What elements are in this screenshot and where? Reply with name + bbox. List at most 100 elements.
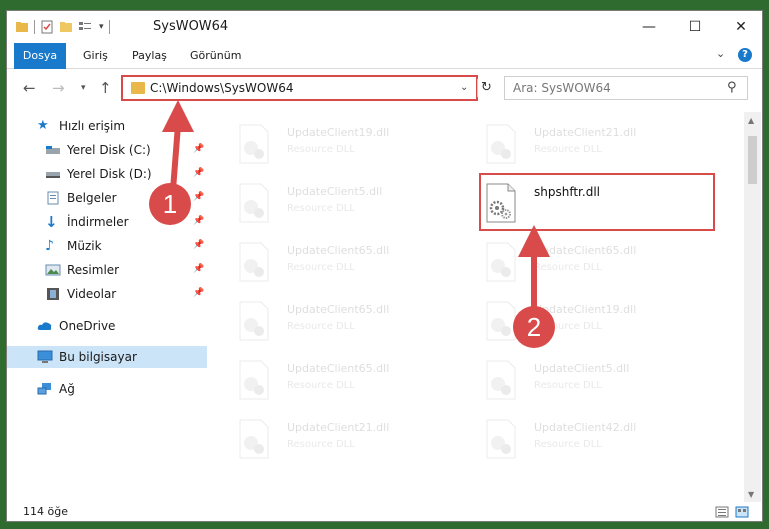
properties-icon[interactable] xyxy=(40,20,54,34)
pin-icon[interactable]: 📌 xyxy=(193,192,204,202)
sidebar-item-label: Yerel Disk (C:) xyxy=(67,143,151,157)
network-icon xyxy=(37,383,51,395)
sidebar-item-label: Müzik xyxy=(67,239,102,253)
sidebar-item-label: OneDrive xyxy=(59,319,116,333)
sidebar-item-local-disk-d[interactable]: Yerel Disk (D:) 📌 xyxy=(7,163,207,185)
view-toggle-icon[interactable] xyxy=(78,20,94,34)
pin-icon[interactable]: 📌 xyxy=(193,288,204,298)
pictures-icon xyxy=(45,264,61,276)
sidebar-item-pictures[interactable]: Resimler 📌 xyxy=(7,259,207,281)
file-name: UpdateClient65.dll xyxy=(287,362,390,375)
file-item[interactable]: UpdateClient65.dll Resource DLL xyxy=(460,238,690,288)
file-item[interactable]: UpdateClient5.dll Resource DLL xyxy=(213,179,443,229)
address-bar[interactable]: C:\Windows\SysWOW64 ⌄ ↻ xyxy=(121,75,492,101)
highlight-box xyxy=(479,173,715,231)
sidebar-item-network[interactable]: Ağ xyxy=(7,378,207,400)
music-icon: ♪ xyxy=(45,238,54,254)
dll-file-icon xyxy=(486,360,516,400)
navigation-pane: ★ Hızlı erişim Yerel Disk (C:) 📌 Yerel D… xyxy=(7,112,207,502)
pin-icon[interactable]: 📌 xyxy=(193,216,204,226)
up-arrow-icon[interactable]: ↑ xyxy=(99,79,112,97)
pin-icon[interactable]: 📌 xyxy=(193,264,204,274)
dll-file-icon xyxy=(239,242,269,282)
file-item[interactable]: UpdateClient65.dll Resource DLL xyxy=(213,356,443,406)
dll-file-icon xyxy=(486,242,516,282)
tab-file[interactable]: Dosya xyxy=(14,43,66,69)
sidebar-item-label: Videolar xyxy=(67,287,117,301)
file-item[interactable]: UpdateClient65.dll Resource DLL xyxy=(213,238,443,288)
tab-view[interactable]: Görünüm xyxy=(180,43,251,69)
sidebar-item-label: Ağ xyxy=(59,382,75,396)
tab-share[interactable]: Paylaş xyxy=(122,43,177,69)
video-icon xyxy=(47,288,59,300)
file-item[interactable]: UpdateClient5.dll Resource DLL xyxy=(460,356,690,406)
dll-file-icon xyxy=(239,360,269,400)
sidebar-item-quick-access[interactable]: ★ Hızlı erişim xyxy=(7,115,207,137)
file-name: UpdateClient19.dll xyxy=(287,126,390,139)
pin-icon[interactable]: 📌 xyxy=(193,240,204,250)
customize-toolbar-icon[interactable]: ▾ xyxy=(99,22,104,32)
help-icon[interactable]: ? xyxy=(738,48,752,62)
sidebar-item-music[interactable]: ♪ Müzik 📌 xyxy=(7,235,207,257)
title-bar: ▾ SysWOW64 — ☐ ✕ xyxy=(7,11,762,43)
sidebar-item-this-pc[interactable]: Bu bilgisayar xyxy=(7,346,207,368)
new-folder-icon[interactable] xyxy=(59,20,73,34)
search-box[interactable]: Ara: SysWOW64 ⚲ xyxy=(504,76,748,100)
file-type: Resource DLL xyxy=(287,321,355,332)
sidebar-item-local-disk-c[interactable]: Yerel Disk (C:) 📌 xyxy=(7,139,207,161)
forward-arrow-icon[interactable]: → xyxy=(52,79,65,97)
sidebar-item-label: Bu bilgisayar xyxy=(59,350,137,364)
scrollbar-thumb[interactable] xyxy=(748,136,757,184)
chevron-down-icon[interactable]: ⌄ xyxy=(716,47,725,60)
details-view-icon[interactable] xyxy=(715,506,729,518)
file-item[interactable]: UpdateClient19.dll Resource DLL xyxy=(460,297,690,347)
close-button[interactable]: ✕ xyxy=(718,11,762,43)
file-type: Resource DLL xyxy=(534,262,602,273)
file-name: UpdateClient65.dll xyxy=(287,244,390,257)
dll-file-icon xyxy=(239,419,269,459)
file-item[interactable]: UpdateClient21.dll Resource DLL xyxy=(460,120,690,170)
explorer-window: ▾ SysWOW64 — ☐ ✕ Dosya Giriş Paylaş Görü… xyxy=(6,10,763,522)
minimize-button[interactable]: — xyxy=(626,11,672,43)
search-input[interactable]: Ara: SysWOW64 xyxy=(513,81,611,95)
computer-icon xyxy=(37,350,53,363)
scroll-up-icon[interactable]: ▲ xyxy=(748,116,754,125)
folder-icon xyxy=(131,82,145,94)
quick-access-toolbar: ▾ xyxy=(15,17,110,37)
file-type: Resource DLL xyxy=(534,144,602,155)
file-type: Resource DLL xyxy=(287,203,355,214)
back-arrow-icon[interactable]: ← xyxy=(23,79,36,97)
navigation-bar: ← → ▾ ↑ C:\Windows\SysWOW64 ⌄ ↻ Ara: Sys… xyxy=(7,70,762,106)
file-item[interactable]: UpdateClient21.dll Resource DLL xyxy=(213,415,443,465)
window-title: SysWOW64 xyxy=(153,19,229,34)
file-item[interactable]: UpdateClient42.dll Resource DLL xyxy=(460,415,690,465)
address-path[interactable]: C:\Windows\SysWOW64 xyxy=(150,81,294,95)
search-icon[interactable]: ⚲ xyxy=(727,80,737,95)
file-type: Resource DLL xyxy=(287,262,355,273)
recent-locations-icon[interactable]: ▾ xyxy=(81,83,86,93)
step-badge-2: 2 xyxy=(513,306,555,348)
file-item[interactable]: UpdateClient65.dll Resource DLL xyxy=(213,297,443,347)
maximize-button[interactable]: ☐ xyxy=(672,11,718,43)
refresh-icon[interactable]: ↻ xyxy=(477,79,495,97)
pin-icon[interactable]: 📌 xyxy=(193,168,204,178)
drive-icon xyxy=(46,172,60,178)
file-name: UpdateClient21.dll xyxy=(534,126,637,139)
documents-icon xyxy=(47,191,59,205)
sidebar-item-videos[interactable]: Videolar 📌 xyxy=(7,283,207,305)
scroll-down-icon[interactable]: ▼ xyxy=(748,490,754,499)
dll-file-icon xyxy=(239,301,269,341)
vertical-scrollbar[interactable]: ▲ ▼ xyxy=(744,112,761,502)
sidebar-item-onedrive[interactable]: OneDrive xyxy=(7,315,207,337)
file-name: UpdateClient65.dll xyxy=(534,244,637,257)
file-type: Resource DLL xyxy=(287,144,355,155)
tab-home[interactable]: Giriş xyxy=(73,43,118,69)
file-name: UpdateClient65.dll xyxy=(287,303,390,316)
file-type: Resource DLL xyxy=(534,380,602,391)
chevron-down-icon[interactable]: ⌄ xyxy=(460,82,468,93)
file-item[interactable]: UpdateClient19.dll Resource DLL xyxy=(213,120,443,170)
file-type: Resource DLL xyxy=(287,380,355,391)
cloud-icon xyxy=(37,322,52,330)
pin-icon[interactable]: 📌 xyxy=(193,144,204,154)
large-icons-view-icon[interactable] xyxy=(735,506,749,518)
